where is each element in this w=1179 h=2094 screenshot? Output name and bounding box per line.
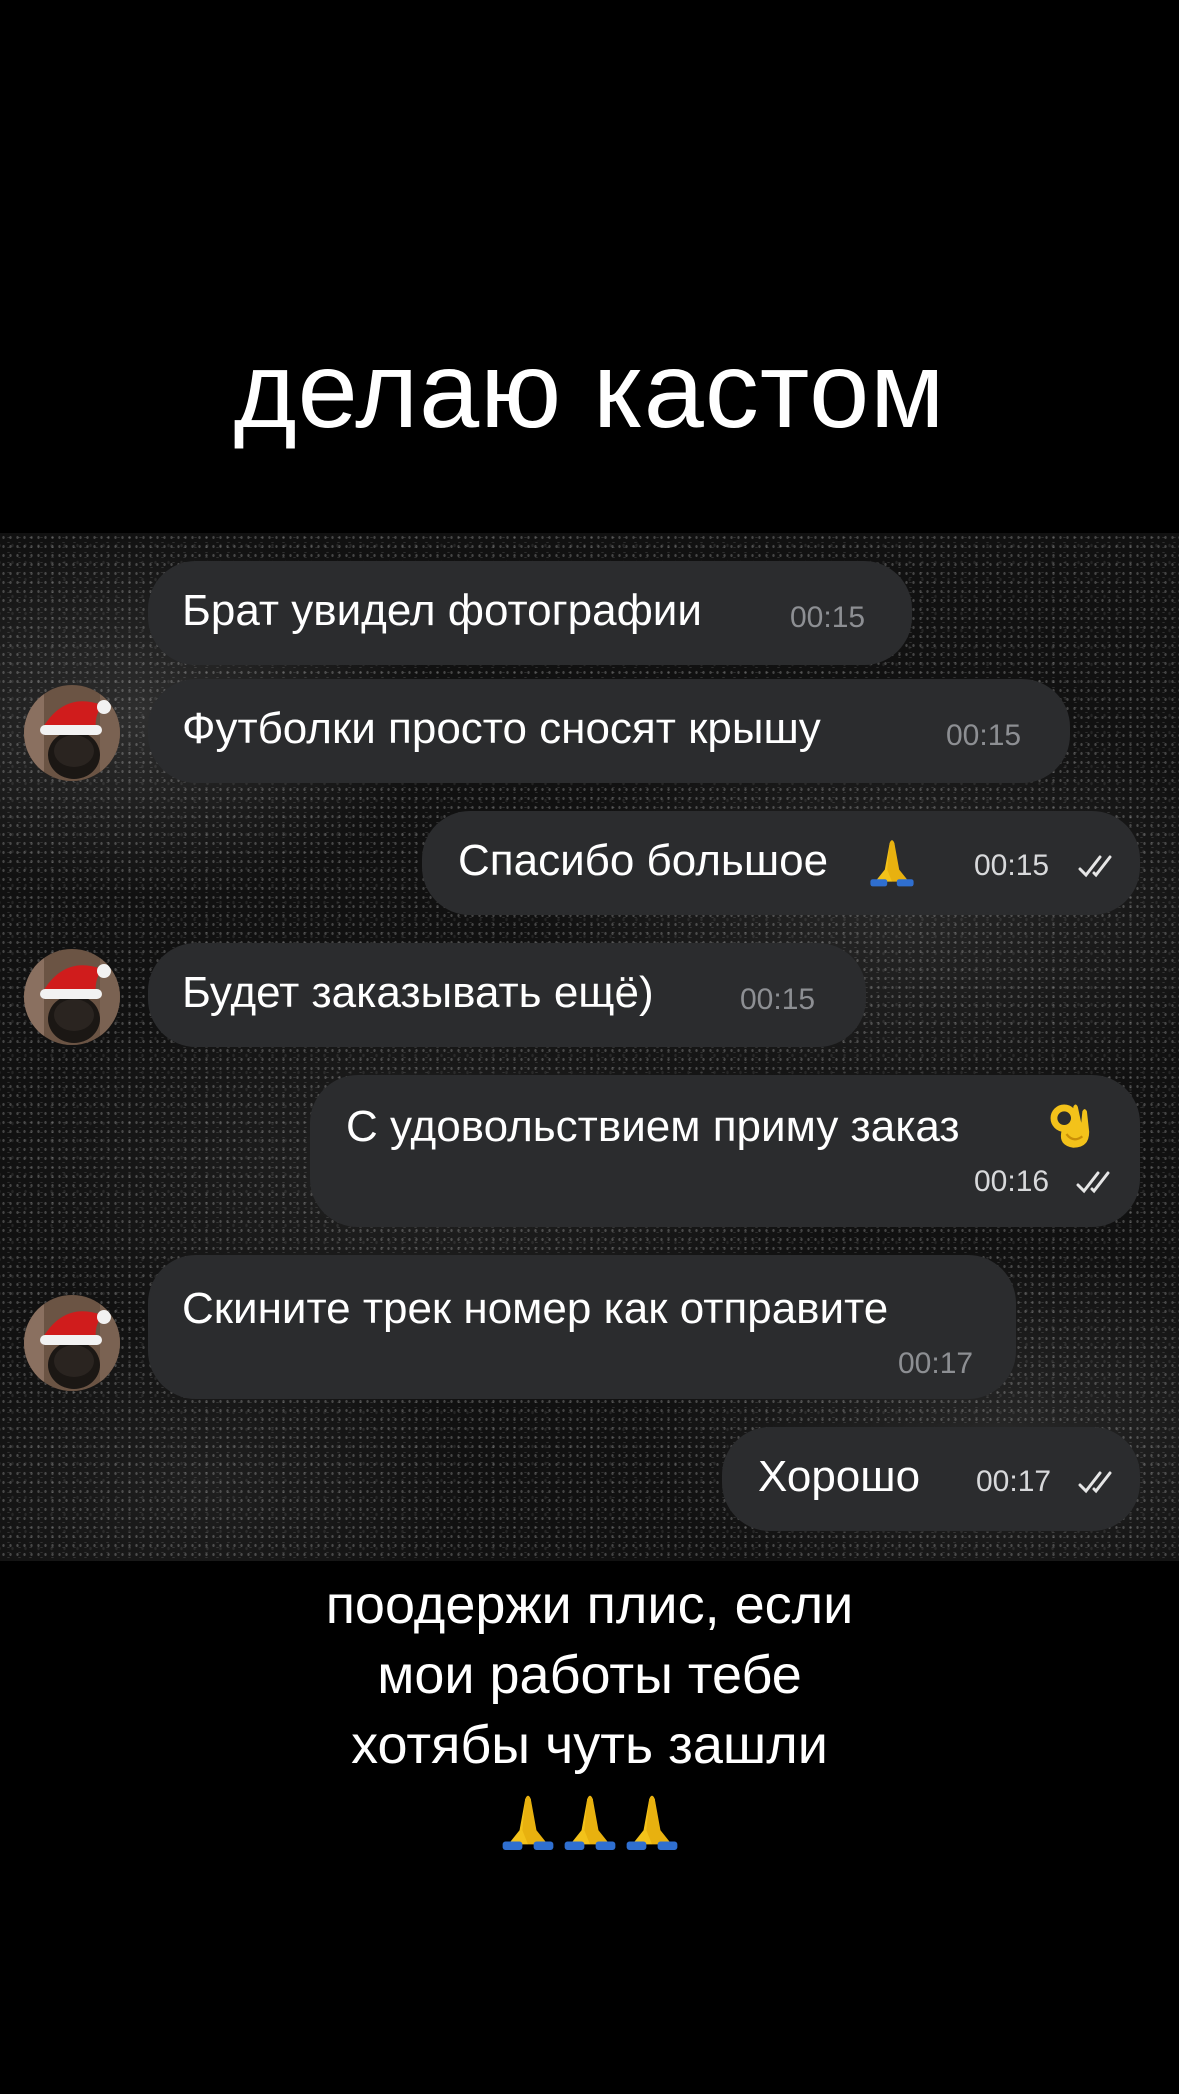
message-text: Футболки просто сносят крышу <box>182 704 821 753</box>
message-bubble-incoming[interactable]: Будет заказывать ещё) 00:15 <box>148 943 866 1047</box>
headline: делаю кастом <box>233 329 946 450</box>
message-time: 00:15 <box>974 849 1050 882</box>
santa-hat-avatar-icon <box>24 1295 120 1391</box>
sender-avatar[interactable] <box>24 685 120 781</box>
double-check-icon <box>1078 1469 1122 1495</box>
ok-hand-icon <box>1046 1097 1096 1153</box>
caption-line: мои работы тебе <box>377 1645 802 1705</box>
sender-avatar[interactable] <box>24 1295 120 1391</box>
message-text: Скините трек номер как отправите <box>182 1284 889 1333</box>
folded-hands-icon <box>561 1788 619 1850</box>
double-check-icon <box>1076 1169 1120 1195</box>
message-bubble-outgoing[interactable]: Спасибо большое 00:15 <box>422 811 1140 915</box>
message-time: 00:17 <box>976 1465 1052 1498</box>
message-time: 00:17 <box>898 1347 974 1380</box>
caption-line: поодержи плис, если <box>325 1575 854 1635</box>
message-time: 00:16 <box>974 1165 1050 1198</box>
message-text: Спасибо большое <box>458 836 829 885</box>
message-time: 00:15 <box>790 601 866 634</box>
chat-screenshot: Брат увидел фотографии 00:15 Футболки пр… <box>0 533 1179 1561</box>
message-time: 00:15 <box>946 719 1022 752</box>
folded-hands-icon <box>868 833 916 887</box>
double-check-icon <box>1078 853 1122 879</box>
santa-hat-avatar-icon <box>24 685 120 781</box>
folded-hands-icon <box>499 1788 557 1850</box>
message-text: Будет заказывать ещё) <box>182 968 654 1017</box>
santa-hat-avatar-icon <box>24 949 120 1045</box>
caption-line: хотябы чуть зашли <box>351 1715 828 1775</box>
message-bubble-outgoing[interactable]: Хорошо 00:17 <box>722 1427 1140 1531</box>
message-bubble-incoming[interactable]: Скините трек номер как отправите 00:17 <box>148 1255 1016 1399</box>
message-bubble-outgoing[interactable]: С удовольствием приму заказ 00:16 <box>310 1075 1140 1227</box>
message-time: 00:15 <box>740 983 816 1016</box>
message-bubble-incoming[interactable]: Брат увидел фотографии 00:15 <box>148 561 912 665</box>
message-text: Хорошо <box>758 1452 921 1501</box>
message-text: Брат увидел фотографии <box>182 586 702 635</box>
sender-avatar[interactable] <box>24 949 120 1045</box>
message-bubble-incoming[interactable]: Футболки просто сносят крышу 00:15 <box>148 679 1070 783</box>
caption: поодержи плис, если мои работы тебе хотя… <box>0 1570 1179 1780</box>
message-text: С удовольствием приму заказ <box>346 1102 960 1151</box>
folded-hands-icon <box>623 1788 681 1850</box>
caption-emoji-row <box>0 1788 1179 1850</box>
